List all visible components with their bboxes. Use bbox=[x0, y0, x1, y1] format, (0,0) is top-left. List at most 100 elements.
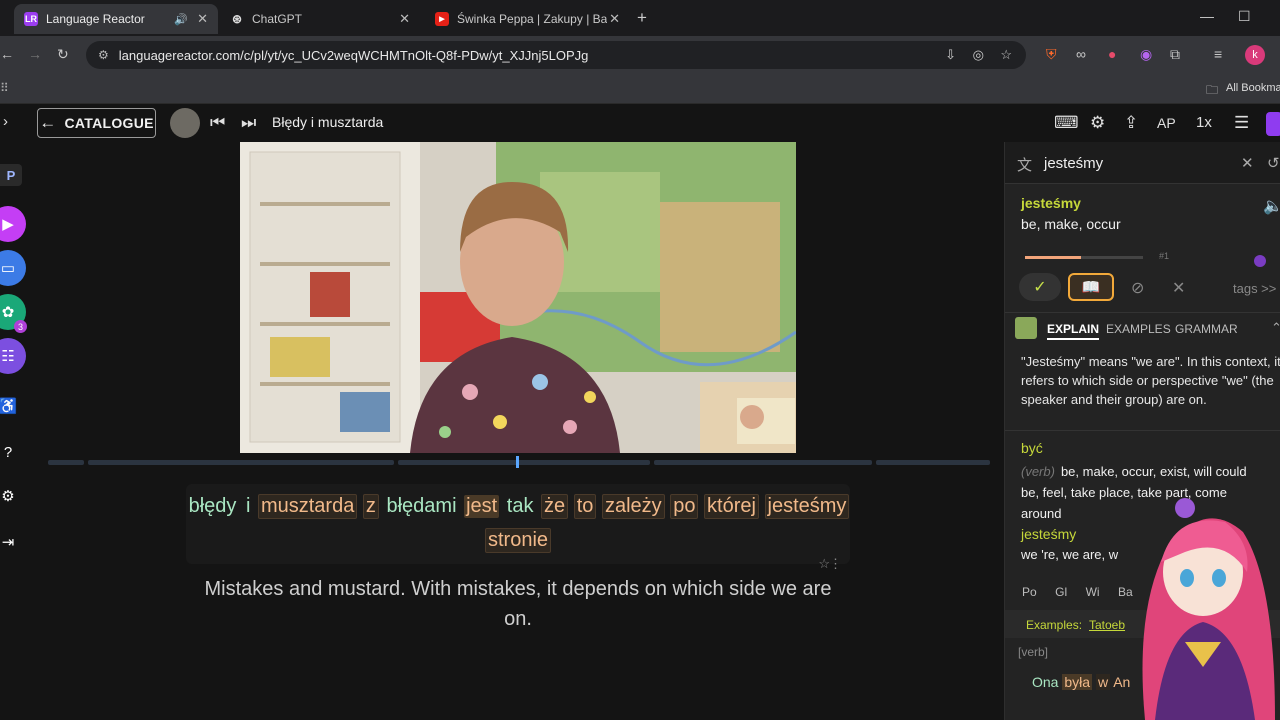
ignore-word-icon[interactable]: ⊘ bbox=[1131, 278, 1144, 298]
subtitle-word[interactable]: błędy bbox=[187, 495, 239, 518]
source-po[interactable]: Po bbox=[1022, 585, 1037, 599]
next-video-icon[interactable]: ⏭ bbox=[241, 113, 256, 133]
minimize-icon[interactable]: — bbox=[1200, 8, 1214, 24]
video-frame bbox=[240, 142, 796, 453]
brave-shield-icon[interactable]: ⛨ bbox=[1046, 46, 1057, 63]
close-tab-icon[interactable]: ✕ bbox=[399, 11, 410, 27]
more-options-icon[interactable]: ⋮ bbox=[829, 556, 842, 572]
eye-off-icon[interactable]: ◎ bbox=[973, 47, 984, 63]
ai-explanation: "Jesteśmy" means "we are". In this conte… bbox=[1021, 354, 1280, 407]
subtitle-word[interactable]: to bbox=[573, 494, 597, 519]
maximize-icon[interactable]: ☐ bbox=[1238, 8, 1251, 25]
subtitle-word[interactable]: błędami bbox=[384, 495, 458, 518]
apps-icon[interactable]: ⠿ bbox=[0, 81, 9, 95]
subtitle-word[interactable]: jest bbox=[464, 495, 500, 518]
timeline-segment[interactable] bbox=[48, 460, 84, 465]
auto-pause-button[interactable]: AP bbox=[1157, 115, 1176, 131]
tab-language-reactor[interactable]: LR Language Reactor 🔊 ✕ bbox=[14, 4, 218, 34]
clear-search-icon[interactable]: ✕ bbox=[1241, 154, 1254, 172]
subtitle-word[interactable]: i bbox=[244, 495, 252, 518]
playhead[interactable] bbox=[516, 456, 519, 468]
mark-known-button[interactable]: ✓ bbox=[1019, 273, 1061, 301]
app-header: › ← CATALOGUE ⏮ ⏭ Błędy i musztarda ⌨ ⚙ … bbox=[0, 104, 1280, 142]
player-area: błędy i musztarda z błędami jest tak że … bbox=[34, 142, 1004, 720]
menu-icon[interactable]: ☰ bbox=[1234, 113, 1249, 133]
expand-sidebar-icon[interactable]: › bbox=[3, 113, 8, 130]
keyboard-icon[interactable]: ⌨ bbox=[1054, 113, 1079, 133]
speaker-icon[interactable]: 🔈 bbox=[1263, 196, 1280, 216]
accessibility-icon[interactable]: ♿ bbox=[0, 388, 26, 424]
timeline-segment[interactable] bbox=[88, 460, 394, 465]
video-player[interactable] bbox=[240, 142, 796, 453]
collapse-chevron-icon[interactable]: ⌃ bbox=[1271, 320, 1280, 336]
tab-swinka-peppa[interactable]: ▶ Świnka Peppa | Zakupy | Bajki P ✕ bbox=[425, 4, 630, 34]
tab-examples[interactable]: EXAMPLES bbox=[1106, 322, 1171, 336]
reload-icon[interactable]: ↻ bbox=[57, 46, 69, 63]
history-icon[interactable]: ↺ bbox=[1267, 154, 1280, 172]
previous-video-icon[interactable]: ⏮ bbox=[210, 113, 225, 133]
dictionary-search-bar: 文 jesteśmy ✕ ↺ bbox=[1005, 142, 1280, 184]
close-tab-icon[interactable]: ✕ bbox=[609, 11, 620, 27]
side-panel-toggle-icon[interactable] bbox=[1266, 112, 1280, 136]
extension-badge-icon[interactable]: ● bbox=[1108, 46, 1116, 62]
playback-speed-button[interactable]: 1x bbox=[1196, 114, 1212, 131]
tab-explain[interactable]: EXPLAIN bbox=[1047, 322, 1100, 340]
subtitle-word[interactable]: zależy bbox=[601, 494, 665, 519]
site-info-icon[interactable]: ⚙ bbox=[98, 48, 109, 62]
subtitle-line-2: stronie bbox=[186, 528, 850, 553]
extensions-puzzle-icon[interactable]: ⧉ bbox=[1170, 46, 1180, 63]
source-wi[interactable]: Wi bbox=[1086, 585, 1100, 599]
examples-source-link[interactable]: Tatoeb bbox=[1089, 618, 1125, 632]
catalogue-button[interactable]: ← CATALOGUE bbox=[37, 108, 156, 138]
info-dot-icon[interactable] bbox=[1254, 255, 1266, 267]
subtitle-word[interactable]: po bbox=[670, 494, 699, 519]
example-word[interactable]: w bbox=[1095, 674, 1111, 690]
logout-icon[interactable]: ⇥ bbox=[0, 524, 26, 560]
subtitle-word[interactable]: z bbox=[362, 494, 379, 519]
extension-glasses-icon[interactable]: ∞ bbox=[1076, 46, 1086, 62]
subtitle-word[interactable]: stronie bbox=[484, 528, 552, 553]
subtitle-word[interactable]: tak bbox=[505, 495, 536, 518]
forward-icon[interactable]: → bbox=[28, 46, 42, 62]
p-extension-icon[interactable]: P bbox=[0, 164, 22, 186]
audio-playing-icon[interactable]: 🔊 bbox=[174, 13, 188, 26]
channel-avatar[interactable] bbox=[170, 108, 200, 138]
all-bookmarks-label[interactable]: All Bookmar bbox=[1226, 82, 1280, 94]
subtitle-word[interactable]: że bbox=[541, 494, 569, 519]
new-tab-icon[interactable]: + bbox=[637, 8, 647, 28]
subtitle-word[interactable]: której bbox=[704, 494, 759, 519]
profile-avatar[interactable]: k bbox=[1245, 45, 1265, 65]
tab-grammar[interactable]: GRAMMAR bbox=[1175, 322, 1238, 336]
example-word[interactable]: Ona bbox=[1032, 674, 1058, 690]
subtitle-word[interactable]: musztarda bbox=[257, 494, 358, 519]
timeline-segment[interactable] bbox=[876, 460, 990, 465]
tab-chatgpt[interactable]: ⊛ ChatGPT ✕ bbox=[220, 4, 420, 34]
timeline-segment[interactable] bbox=[654, 460, 872, 465]
close-tab-icon[interactable]: ✕ bbox=[197, 11, 208, 27]
subtitle-translation: Mistakes and mustard. With mistakes, it … bbox=[204, 578, 832, 630]
list-icon[interactable]: ☷ bbox=[0, 338, 26, 374]
address-bar[interactable]: ⚙ languagereactor.com/c/pl/yt/yc_UCv2weq… bbox=[86, 41, 1026, 69]
bookmark-star-icon[interactable]: ☆ bbox=[1000, 47, 1012, 63]
timeline-segment[interactable] bbox=[398, 460, 650, 465]
subtitle-timeline[interactable] bbox=[48, 456, 990, 468]
chat-icon[interactable]: ▭ bbox=[0, 250, 26, 286]
source-gl[interactable]: Gl bbox=[1055, 585, 1067, 599]
examples-label: Examples: bbox=[1026, 618, 1083, 632]
install-app-icon[interactable]: ⇩ bbox=[945, 47, 956, 63]
settings-icon[interactable]: ⚙ bbox=[0, 478, 26, 514]
subtitle-word[interactable]: jesteśmy bbox=[764, 494, 850, 519]
language-reactor-extension-icon[interactable]: ◉ bbox=[1140, 46, 1152, 63]
reading-list-icon[interactable]: ≡ bbox=[1214, 46, 1222, 62]
remove-icon[interactable]: ✕ bbox=[1172, 278, 1185, 298]
help-icon[interactable]: ? bbox=[0, 434, 26, 470]
tags-link[interactable]: tags >> bbox=[1233, 281, 1276, 296]
play-icon[interactable]: ▶ bbox=[0, 206, 26, 242]
settings-gear-icon[interactable]: ⚙ bbox=[1090, 113, 1105, 133]
mark-learning-button[interactable]: 📖 bbox=[1068, 273, 1114, 301]
dictionary-search-input[interactable]: jesteśmy bbox=[1044, 155, 1103, 172]
back-icon[interactable]: ← bbox=[0, 46, 14, 62]
share-icon[interactable]: ⇪ bbox=[1124, 113, 1138, 133]
tab-title: Świnka Peppa | Zakupy | Bajki P bbox=[457, 12, 607, 26]
example-word[interactable]: była bbox=[1062, 674, 1093, 690]
